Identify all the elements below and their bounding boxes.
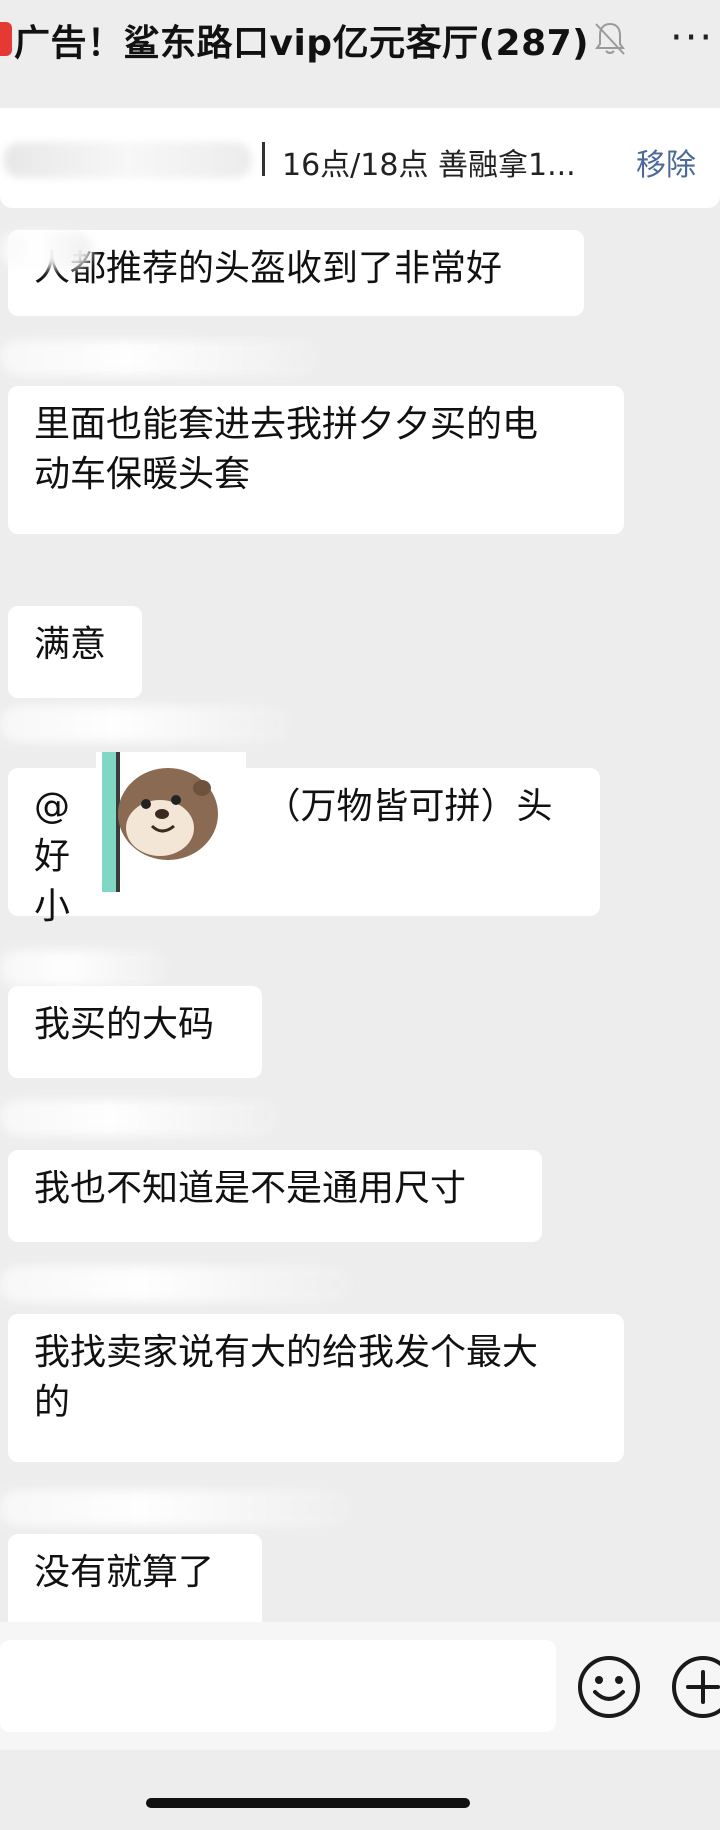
pinned-divider [262,142,265,176]
redacted-sender-name [0,706,290,742]
redacted-sender-name [0,1266,350,1302]
home-indicator [146,1798,470,1808]
message-bubble[interactable]: 里面也能套进去我拼夕夕买的电 动车保暖头套 [8,386,624,534]
bell-muted-icon [595,22,625,55]
redacted-text [4,142,252,178]
pinned-message-text: 16点/18点 善融拿1... [282,148,576,183]
message-bubble[interactable]: 我买的大码 [8,986,262,1078]
unread-badge-icon [0,22,12,56]
pinned-message-bar[interactable]: 16点/18点 善融拿1... 移除 [0,108,720,208]
redacted-sender-name [0,1100,280,1136]
message-bubble[interactable]: 人都推荐的头盔收到了非常好 [8,230,584,316]
chat-header: 广告！鲨东路口vip亿元客厅(287) ··· [0,0,720,78]
emoji-icon[interactable] [576,1654,642,1720]
redacted-sender-name [0,340,320,376]
message-bubble[interactable]: 我找卖家说有大的给我发个最大 的 [8,1314,624,1462]
otter-peek-sticker-icon [96,752,246,892]
plus-icon[interactable] [670,1654,720,1720]
message-bubble[interactable]: 满意 [8,606,142,698]
redacted-sender-name [0,232,92,268]
more-dots-icon[interactable]: ··· [670,18,714,58]
redacted-sender-name [0,1490,352,1526]
message-input[interactable] [0,1640,556,1732]
message-bubble[interactable]: 我也不知道是不是通用尺寸 [8,1150,542,1242]
remove-pinned-button[interactable]: 移除 [636,140,696,184]
chat-title[interactable]: 广告！鲨东路口vip亿元客厅(287) [14,14,589,66]
redacted-sender-name [0,950,170,986]
message-bubble[interactable]: 没有就算了 [8,1534,262,1630]
